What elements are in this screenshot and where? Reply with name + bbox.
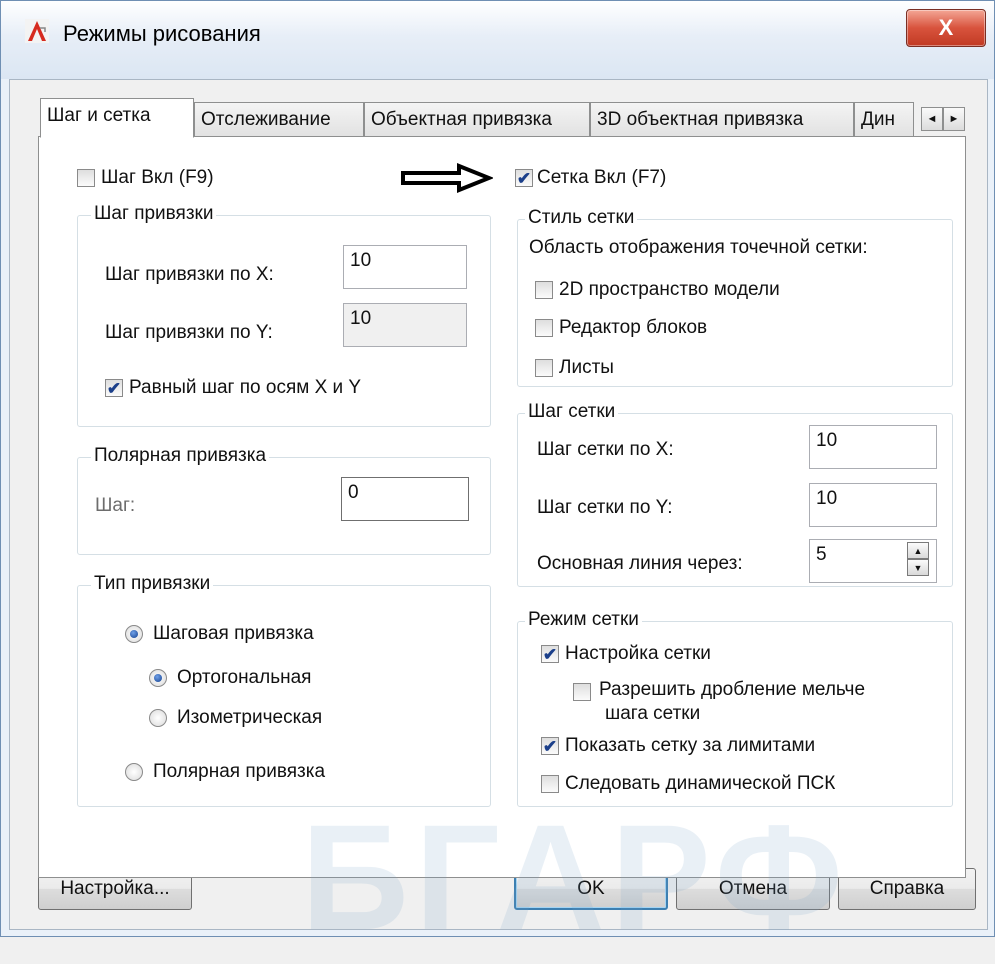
grid-y-label: Шаг сетки по Y: — [537, 497, 673, 518]
tab-snap-and-grid[interactable]: Шаг и сетка — [40, 98, 194, 138]
grid-y-spacing-input[interactable]: 10 — [809, 483, 937, 527]
subdivision-label-line2: шага сетки — [605, 703, 701, 724]
spin-up-icon: ▲ — [913, 545, 923, 556]
tab-object-snap[interactable]: Объектная привязка — [364, 102, 590, 136]
tab-panel-snap-and-grid: Шаг Вкл (F9) ✔ Сетка Вкл (F7) Шаг привяз… — [38, 136, 966, 878]
grid-behavior-title: Режим сетки — [525, 609, 642, 631]
equal-spacing-checkbox[interactable]: ✔ — [105, 379, 123, 397]
grid-style-title: Стиль сетки — [525, 207, 638, 229]
tab-dynamic-input[interactable]: Дин — [854, 102, 914, 136]
snap-on-label: Шаг Вкл (F9) — [101, 167, 214, 188]
adaptive-grid-label: Настройка сетки — [565, 643, 711, 664]
sheets-label: Листы — [559, 357, 614, 378]
follow-dynamic-ucs-label: Следовать динамической ПСК — [565, 773, 836, 794]
isometric-snap-label: Изометрическая — [177, 707, 323, 728]
close-icon: X — [938, 15, 954, 40]
arrow-left-icon: ◄ — [926, 113, 938, 125]
display-beyond-limits-checkbox[interactable]: ✔ — [541, 737, 559, 755]
polar-distance-input[interactable]: 0 — [341, 477, 469, 521]
spin-down-icon: ▼ — [913, 562, 923, 573]
isometric-snap-radio[interactable] — [149, 709, 167, 727]
grid-spacing-title: Шаг сетки — [525, 401, 619, 423]
grid-snap-label: Шаговая привязка — [153, 623, 314, 644]
snap-spacing-title: Шаг привязки — [91, 203, 217, 225]
major-line-label: Основная линия через: — [537, 553, 743, 574]
follow-dynamic-ucs-checkbox[interactable] — [541, 775, 559, 793]
rectangular-snap-radio[interactable] — [149, 669, 167, 687]
subdivision-label-line1: Разрешить дробление мельче — [599, 679, 866, 700]
title-bar[interactable]: Режимы рисования X — [1, 1, 994, 79]
snap-y-label: Шаг привязки по Y: — [105, 322, 273, 343]
spin-down-button[interactable]: ▼ — [907, 559, 929, 576]
grid-on-checkbox[interactable]: ✔ — [515, 169, 533, 187]
polar-snap-label: Полярная привязка — [153, 761, 326, 782]
block-editor-label: Редактор блоков — [559, 317, 708, 338]
grid-style-subtitle: Область отображения точечной сетки: — [529, 237, 868, 258]
equal-spacing-label: Равный шаг по осям X и Y — [129, 377, 362, 398]
polar-spacing-title: Полярная привязка — [91, 445, 270, 467]
grid-x-label: Шаг сетки по X: — [537, 439, 674, 460]
snap-type-title: Тип привязки — [91, 573, 214, 595]
tab-scroll-right-button[interactable]: ► — [943, 107, 965, 131]
model-space-label: 2D пространство модели — [559, 279, 780, 300]
rectangular-snap-label: Ортогональная — [177, 667, 312, 688]
snap-x-label: Шаг привязки по X: — [105, 264, 274, 285]
tab-scroll-left-button[interactable]: ◄ — [921, 107, 943, 131]
arrow-right-icon — [401, 163, 493, 193]
subdivision-checkbox[interactable] — [573, 683, 591, 701]
dialog-body: Шаг и сетка Отслеживание Объектная привя… — [9, 79, 988, 930]
snap-on-checkbox[interactable] — [77, 169, 95, 187]
display-beyond-limits-label: Показать сетку за лимитами — [565, 735, 816, 756]
snap-x-spacing-input[interactable]: 10 — [343, 245, 467, 289]
snap-y-spacing-input[interactable]: 10 — [343, 303, 467, 347]
grid-x-spacing-input[interactable]: 10 — [809, 425, 937, 469]
autocad-app-icon — [25, 19, 49, 43]
model-space-checkbox[interactable] — [535, 281, 553, 299]
polar-distance-label: Шаг: — [95, 495, 136, 516]
block-editor-checkbox[interactable] — [535, 319, 553, 337]
arrow-right-icon: ► — [948, 113, 960, 125]
close-button[interactable]: X — [906, 9, 986, 47]
window-title: Режимы рисования — [63, 21, 261, 46]
polar-snap-radio[interactable] — [125, 763, 143, 781]
grid-snap-radio[interactable] — [125, 625, 143, 643]
tab-3d-object-snap[interactable]: 3D объектная привязка — [590, 102, 854, 136]
drawing-settings-dialog: Режимы рисования X Шаг и сетка Отслежива… — [0, 0, 995, 961]
sheets-checkbox[interactable] — [535, 359, 553, 377]
tab-polar-tracking[interactable]: Отслеживание — [194, 102, 364, 136]
spin-up-button[interactable]: ▲ — [907, 542, 929, 559]
adaptive-grid-checkbox[interactable]: ✔ — [541, 645, 559, 663]
grid-on-label: Сетка Вкл (F7) — [537, 167, 667, 188]
